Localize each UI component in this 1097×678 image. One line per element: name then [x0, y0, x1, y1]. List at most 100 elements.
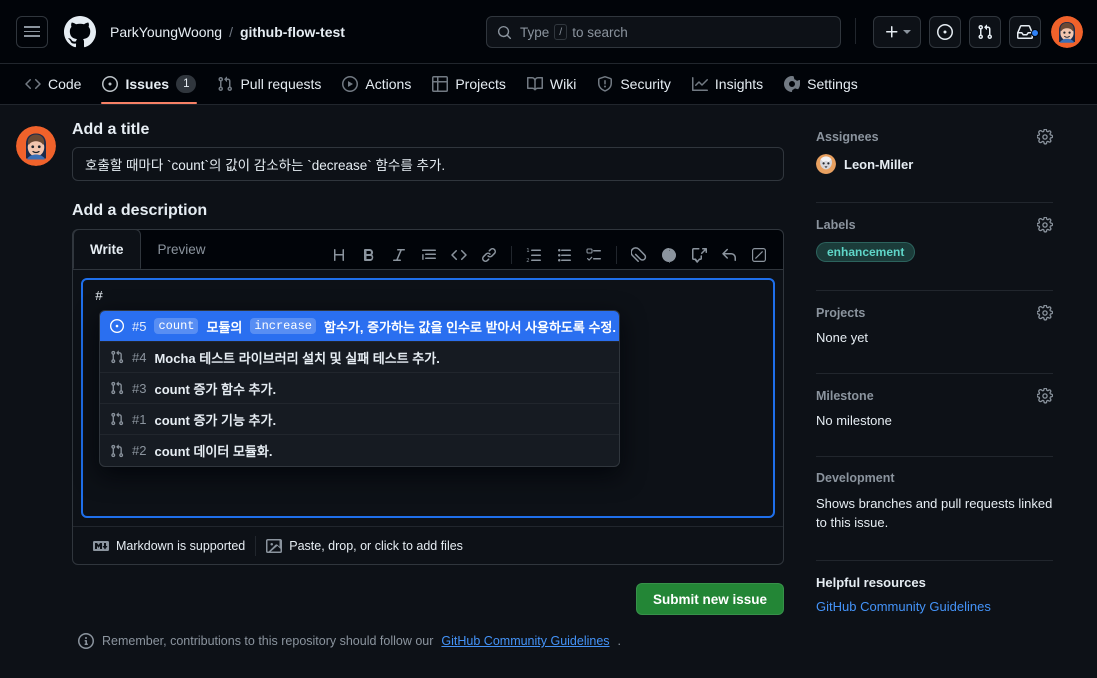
tab-write[interactable]: Write: [73, 229, 141, 269]
tab-settings[interactable]: Settings: [775, 64, 867, 104]
tab-pull-requests[interactable]: Pull requests: [208, 64, 330, 104]
tab-settings-label: Settings: [807, 76, 858, 92]
reference-icon[interactable]: [685, 241, 713, 269]
projects-header: Projects: [816, 305, 1053, 321]
suggestion-item-0[interactable]: #5 count 모듈의 increase 함수가, 증가하는 값을 인수로 받…: [100, 311, 619, 342]
mention-icon[interactable]: [655, 241, 683, 269]
gear-icon[interactable]: [1037, 305, 1053, 321]
tab-preview[interactable]: Preview: [141, 229, 223, 269]
markdown-note-label: Markdown is supported: [116, 538, 246, 553]
git-pull-request-icon: [110, 412, 124, 426]
suggestion-item-2[interactable]: #3 count 증가 함수 추가.: [100, 373, 619, 404]
table-icon: [432, 76, 449, 92]
suggestion-item-3[interactable]: #1 count 증가 기능 추가.: [100, 404, 619, 435]
editor-tabs: Write Preview: [73, 229, 223, 269]
suggestion-number-0: #5: [132, 318, 147, 334]
pull-requests-button[interactable]: [969, 16, 1001, 48]
add-files-note[interactable]: Paste, drop, or click to add files: [256, 538, 473, 554]
sidebar-divider-1: [816, 202, 1053, 203]
tab-actions-label: Actions: [365, 76, 412, 92]
reply-icon[interactable]: [715, 241, 743, 269]
image-icon: [266, 538, 283, 553]
community-guidelines-link[interactable]: GitHub Community Guidelines: [816, 599, 1053, 614]
development-header: Development: [816, 471, 1053, 485]
notification-indicator: [1031, 29, 1039, 37]
suggestion-text-3: count 증가 기능 추가.: [154, 412, 277, 428]
suggestion-code-0-a: count: [154, 318, 199, 334]
tab-insights[interactable]: Insights: [683, 64, 772, 104]
suggestion-item-4[interactable]: #2 count 데이터 모듈화.: [100, 435, 619, 466]
github-logo[interactable]: [64, 15, 96, 48]
heading-icon[interactable]: [325, 241, 353, 269]
label-chip-enhancement[interactable]: enhancement: [816, 242, 916, 262]
formatting-tools: 12: [325, 241, 783, 269]
italic-icon[interactable]: [385, 241, 413, 269]
sidebar-assignees: Assignees Leon-Miller: [816, 129, 1053, 188]
issue-sidebar: Assignees Leon-Miller Labels enhancement…: [784, 121, 1053, 649]
tab-wiki[interactable]: Wiki: [518, 64, 585, 104]
tab-wiki-label: Wiki: [549, 76, 577, 92]
gear-icon[interactable]: [1037, 129, 1053, 145]
suggestion-text-1: Mocha 테스트 라이브러리 설치 및 실패 테스트 추가.: [154, 350, 440, 366]
development-description: Shows branches and pull requests linked …: [816, 496, 1053, 530]
hamburger-icon[interactable]: [16, 15, 48, 48]
author-avatar: [16, 126, 56, 166]
page-footer-note: Remember, contributions to this reposito…: [72, 633, 784, 649]
submit-new-issue-button[interactable]: Submit new issue: [635, 583, 784, 615]
issue-form-column: Add a title Add a description Write Prev…: [16, 121, 784, 649]
breadcrumb-repo[interactable]: github-flow-test: [240, 24, 345, 40]
user-avatar[interactable]: [1051, 16, 1083, 48]
unordered-list-icon[interactable]: [550, 241, 578, 269]
markdown-icon: [93, 540, 109, 551]
svg-text:1: 1: [526, 248, 529, 254]
search-input[interactable]: Type / to search: [486, 16, 841, 48]
submit-row: Submit new issue: [72, 583, 784, 615]
suggestion-text-0-b: 함수가, 증가하는 값을 인수로 받아서 사용하도록 수정.: [323, 319, 616, 335]
breadcrumb-owner[interactable]: ParkYoungWoong: [110, 24, 222, 40]
markdown-supported-note[interactable]: Markdown is supported: [83, 538, 255, 554]
header-actions: [873, 16, 1083, 48]
sidebar-divider-3: [816, 373, 1053, 374]
projects-value: None yet: [816, 330, 869, 345]
ordered-list-icon[interactable]: 12: [520, 241, 548, 269]
tab-projects[interactable]: Projects: [423, 64, 515, 104]
fullscreen-icon[interactable]: [745, 241, 773, 269]
search-text-after: to search: [572, 24, 628, 40]
code-icon[interactable]: [445, 241, 473, 269]
helpful-resources-title: Helpful resources: [816, 575, 926, 590]
tab-security[interactable]: Security: [588, 64, 680, 104]
search-slash-key: /: [554, 24, 568, 40]
link-icon[interactable]: [475, 241, 503, 269]
tab-actions[interactable]: Actions: [333, 64, 420, 104]
milestone-value: No milestone: [816, 413, 892, 428]
suggestion-text-2: count 증가 함수 추가.: [154, 381, 277, 397]
code-icon: [25, 78, 41, 90]
form-column: Add a title Add a description Write Prev…: [72, 121, 784, 649]
issue-opened-icon: [937, 24, 953, 40]
attach-file-icon[interactable]: [625, 241, 653, 269]
quote-icon[interactable]: [415, 241, 443, 269]
tab-insights-label: Insights: [714, 76, 764, 92]
issues-button[interactable]: [929, 16, 961, 48]
global-header: ParkYoungWoong / github-flow-test Type /…: [0, 0, 1097, 64]
development-title: Development: [816, 471, 895, 485]
issue-title-input[interactable]: [72, 147, 784, 181]
gear-icon[interactable]: [1037, 388, 1053, 404]
play-icon: [342, 76, 359, 92]
sidebar-divider-2: [816, 290, 1053, 291]
create-new-button[interactable]: [873, 16, 921, 48]
footer-guidelines-link[interactable]: GitHub Community Guidelines: [441, 634, 609, 648]
tab-code[interactable]: Code: [16, 64, 90, 104]
tab-issues[interactable]: Issues 1: [93, 64, 205, 104]
task-list-icon[interactable]: [580, 241, 608, 269]
bold-icon[interactable]: [355, 241, 383, 269]
assignee-row[interactable]: Leon-Miller: [816, 154, 1053, 174]
tab-code-label: Code: [48, 76, 82, 92]
description-textarea[interactable]: # #5 count 모듈의 increase 함수가, 증가하는 값을 인수로…: [81, 278, 775, 518]
milestone-header: Milestone: [816, 388, 1053, 404]
suggestion-item-1[interactable]: #4 Mocha 테스트 라이브러리 설치 및 실패 테스트 추가.: [100, 342, 619, 373]
issue-reference-suggestions: #5 count 모듈의 increase 함수가, 증가하는 값을 인수로 받…: [99, 310, 620, 467]
gear-icon[interactable]: [1037, 217, 1053, 233]
graph-icon: [691, 77, 708, 91]
breadcrumb-separator: /: [229, 23, 233, 40]
